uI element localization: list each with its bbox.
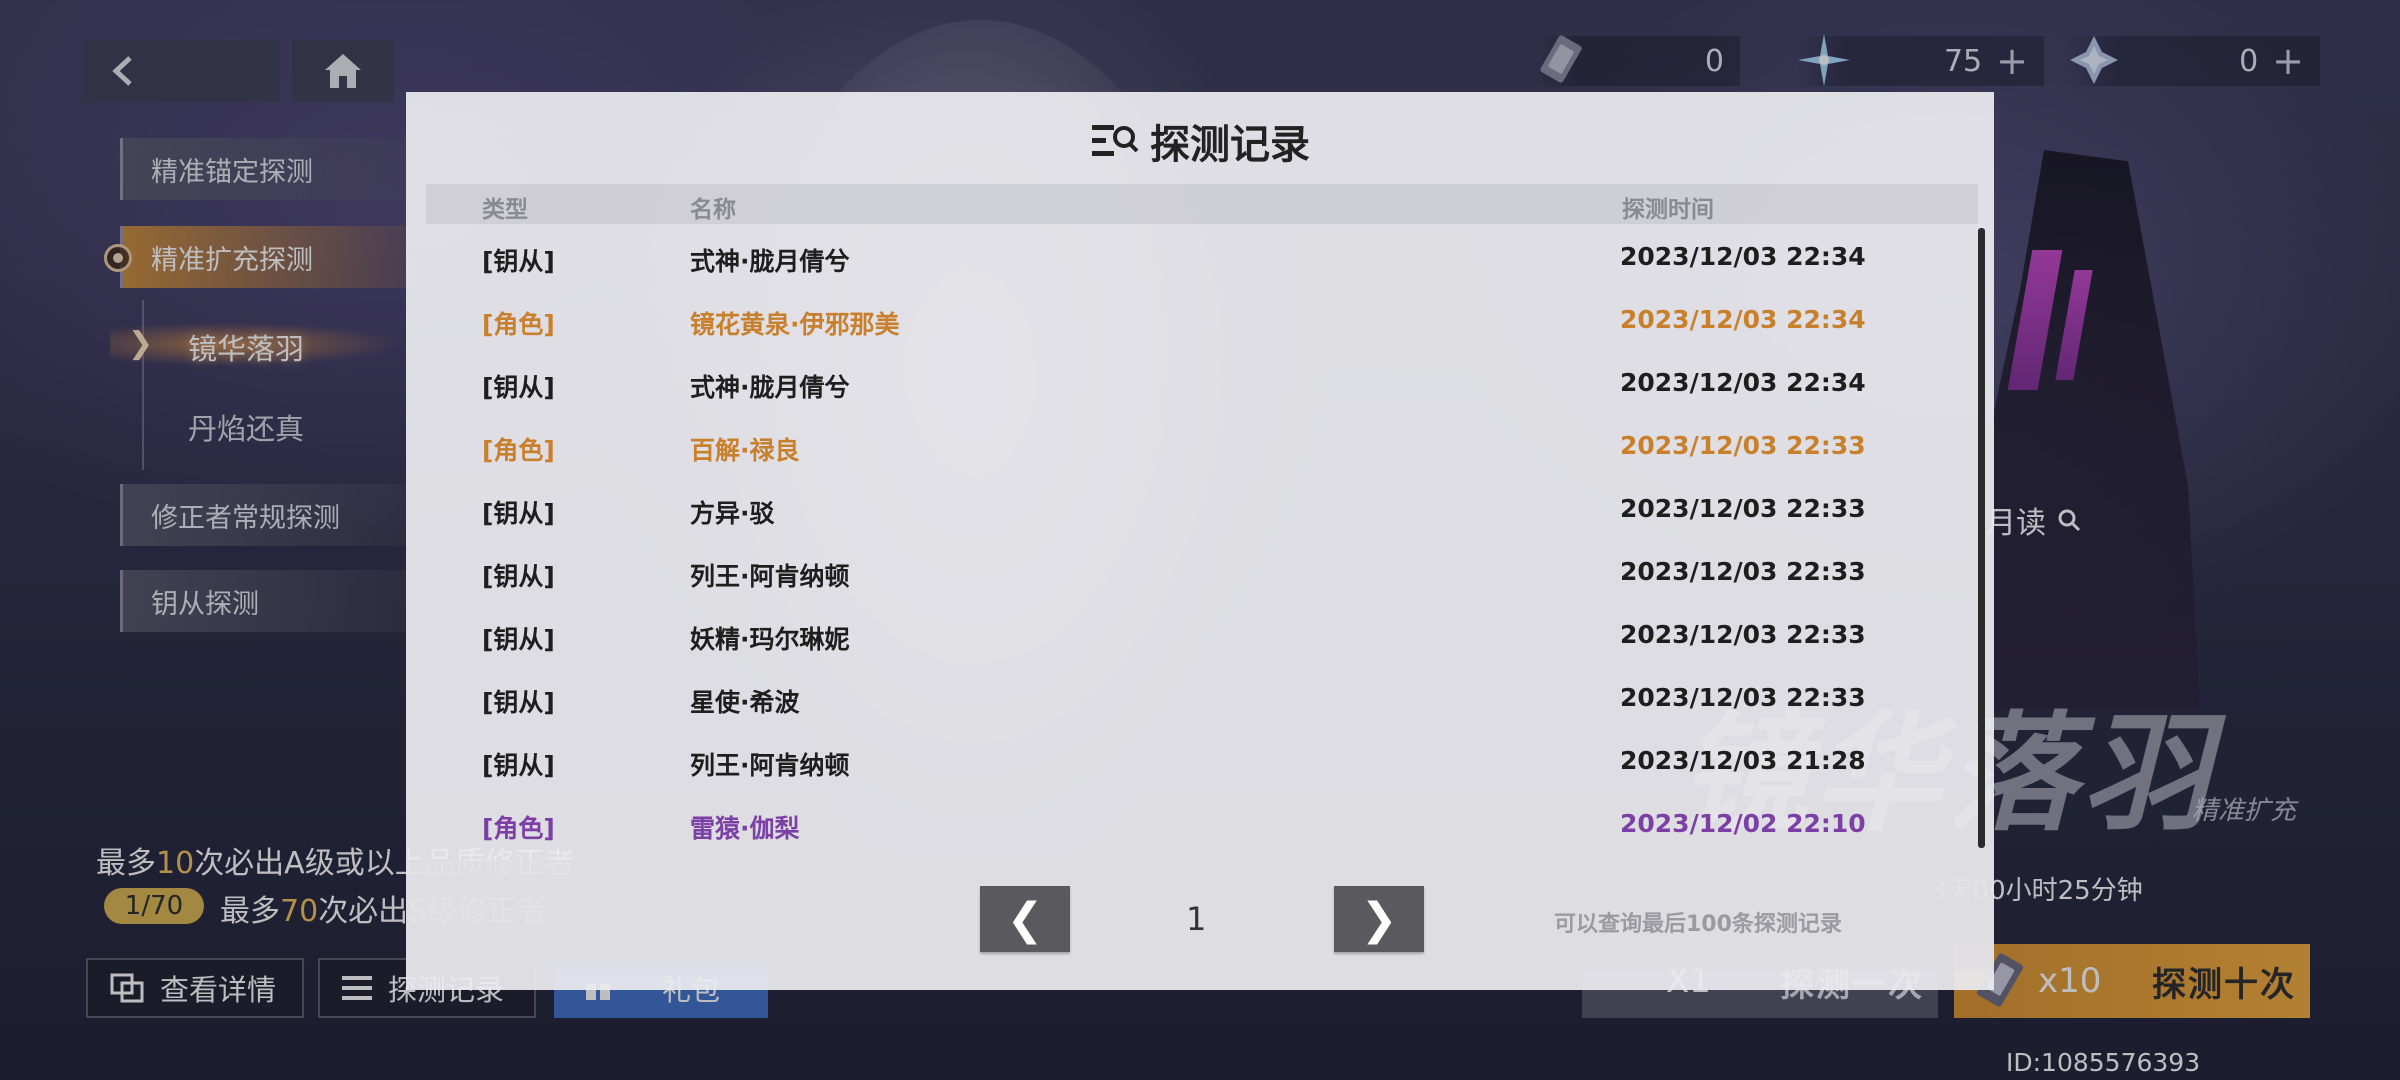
table-row: [钥从] 列王·阿肯纳顿 2023/12/03 22:33 — [426, 539, 1946, 602]
prev-page-button[interactable]: ❮ — [980, 886, 1070, 952]
row-name: 式神·胧月倩兮 — [690, 373, 850, 402]
records-limit-note: 可以查询最后100条探测记录 — [1554, 912, 1842, 937]
row-type: [钥从] — [482, 562, 555, 591]
row-time: 2023/12/03 22:33 — [1620, 431, 1866, 460]
table-row: [钥从] 式神·胧月倩兮 2023/12/03 22:34 — [426, 350, 1946, 413]
table-row: [钥从] 式神·胧月倩兮 2023/12/03 22:34 — [426, 224, 1946, 287]
table-row: [角色] 雷猿·伽梨 2023/12/02 22:10 — [426, 791, 1946, 854]
row-time: 2023/12/03 22:33 — [1620, 683, 1866, 712]
row-name: 星使·希波 — [690, 688, 800, 717]
row-name: 百解·禄良 — [690, 436, 800, 465]
table-row: [角色] 百解·禄良 2023/12/03 22:33 — [426, 413, 1946, 476]
row-type: [钥从] — [482, 373, 555, 402]
column-type: 类型 — [482, 197, 528, 223]
table-row: [钥从] 妖精·玛尔琳妮 2023/12/03 22:33 — [426, 602, 1946, 665]
row-time: 2023/12/03 22:34 — [1620, 242, 1866, 271]
record-search-icon — [1092, 125, 1139, 156]
row-type: [钥从] — [482, 247, 555, 276]
row-name: 方异·驳 — [690, 499, 775, 528]
row-time: 2023/12/03 22:34 — [1620, 305, 1866, 334]
probe-records-modal: 探测记录 类型 名称 探测时间 [钥从] 式神·胧月倩兮 2023/12/03 … — [406, 92, 1994, 990]
row-name: 妖精·玛尔琳妮 — [690, 625, 850, 654]
modal-title: 探测记录 — [406, 112, 1994, 170]
row-name: 式神·胧月倩兮 — [690, 247, 850, 276]
row-type: [钥从] — [482, 625, 555, 654]
next-page-button[interactable]: ❯ — [1334, 886, 1424, 952]
row-time: 2023/12/03 21:28 — [1620, 746, 1866, 775]
column-time: 探测时间 — [1622, 197, 1714, 223]
row-type: [钥从] — [482, 751, 555, 780]
row-type: [角色] — [482, 814, 555, 843]
row-name: 雷猿·伽梨 — [690, 814, 800, 843]
row-type: [角色] — [482, 436, 555, 465]
table-row: [角色] 镜花黄泉·伊邪那美 2023/12/03 22:34 — [426, 287, 1946, 350]
row-time: 2023/12/02 22:10 — [1620, 809, 1866, 838]
current-page-number: 1 — [1186, 900, 1207, 938]
row-time: 2023/12/03 22:33 — [1620, 557, 1866, 586]
row-name: 镜花黄泉·伊邪那美 — [690, 310, 900, 339]
modal-title-text: 探测记录 — [1150, 122, 1310, 168]
row-time: 2023/12/03 22:33 — [1620, 494, 1866, 523]
row-name: 列王·阿肯纳顿 — [690, 562, 850, 591]
row-time: 2023/12/03 22:33 — [1620, 620, 1866, 649]
row-time: 2023/12/03 22:34 — [1620, 368, 1866, 397]
table-row: [钥从] 星使·希波 2023/12/03 22:33 — [426, 665, 1946, 728]
table-row: [钥从] 列王·阿肯纳顿 2023/12/03 21:28 — [426, 728, 1946, 791]
pagination: ❮ 1 ❯ 可以查询最后100条探测记录 — [406, 860, 1994, 970]
row-type: [角色] — [482, 310, 555, 339]
records-scrollbar[interactable] — [1978, 228, 1985, 848]
row-type: [钥从] — [482, 688, 555, 717]
column-name: 名称 — [690, 197, 736, 223]
table-row: [钥从] 方异·驳 2023/12/03 22:33 — [426, 476, 1946, 539]
row-name: 列王·阿肯纳顿 — [690, 751, 850, 780]
records-table[interactable]: [钥从] 式神·胧月倩兮 2023/12/03 22:34 [角色] 镜花黄泉·… — [426, 224, 1978, 944]
row-type: [钥从] — [482, 499, 555, 528]
table-header: 类型 名称 探测时间 — [426, 184, 1978, 224]
